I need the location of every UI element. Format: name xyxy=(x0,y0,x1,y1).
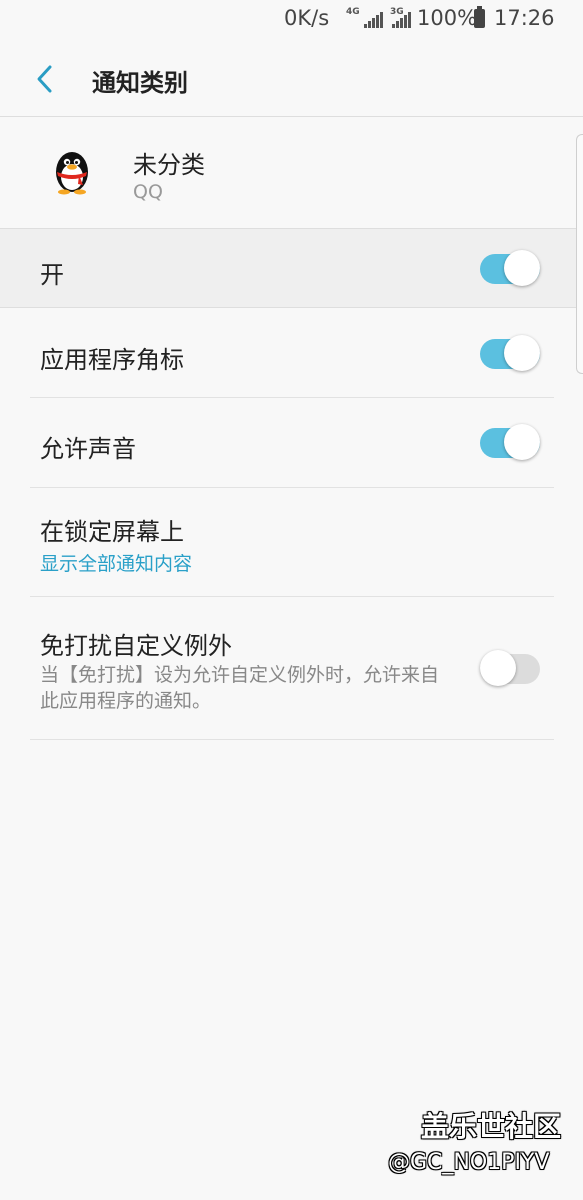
toggle-knob xyxy=(504,250,540,286)
network-speed: 0K/s xyxy=(284,6,330,30)
setting-label-dnd-exception: 免打扰自定义例外 xyxy=(40,632,232,660)
setting-value-lock-screen: 显示全部通知内容 xyxy=(40,553,193,575)
app-category-name: 未分类 xyxy=(133,151,205,179)
divider xyxy=(30,739,554,740)
qq-penguin-icon xyxy=(56,152,88,195)
page-title: 通知类别 xyxy=(92,69,188,97)
app-info-header: 未分类 QQ xyxy=(0,117,583,228)
battery-percent: 100% xyxy=(417,6,478,30)
scrollbar[interactable] xyxy=(576,134,583,374)
chevron-left-icon[interactable] xyxy=(30,62,60,96)
toggle-knob xyxy=(504,424,540,460)
setting-label-allow-sound: 允许声音 xyxy=(40,435,136,463)
master-switch-label: 开 xyxy=(40,261,64,289)
battery-charging-icon xyxy=(474,6,485,28)
app-bar: 通知类别 xyxy=(0,40,583,116)
app-name: QQ xyxy=(133,181,163,203)
setting-label-lock-screen: 在锁定屏幕上 xyxy=(40,518,184,546)
watermark-handle: @GC_NO1PIYV xyxy=(388,1150,550,1175)
setting-label-app-badge: 应用程序角标 xyxy=(40,346,184,374)
allow-sound-toggle[interactable] xyxy=(480,423,540,460)
network-type-4g: 4G xyxy=(346,7,360,17)
app-badge-toggle[interactable] xyxy=(480,334,540,371)
setting-desc-dnd-exception: 当【免打扰】设为允许自定义例外时，允许来自此应用程序的通知。 xyxy=(40,664,440,712)
divider xyxy=(30,596,554,597)
toggle-knob xyxy=(480,650,516,686)
dnd-exception-toggle[interactable] xyxy=(480,649,540,686)
toggle-knob xyxy=(504,335,540,371)
clock: 17:26 xyxy=(494,6,555,30)
divider xyxy=(30,397,554,398)
signal-bars-icon xyxy=(364,12,383,28)
status-bar: 0K/s 4G 3G 100% 17:26 xyxy=(0,0,583,40)
master-toggle[interactable] xyxy=(480,249,540,286)
master-switch-row[interactable]: 开 xyxy=(0,229,583,307)
divider xyxy=(30,487,554,488)
watermark-title: 盖乐世社区 xyxy=(421,1110,562,1143)
signal-bars-icon-2 xyxy=(392,12,411,28)
divider xyxy=(0,307,583,308)
